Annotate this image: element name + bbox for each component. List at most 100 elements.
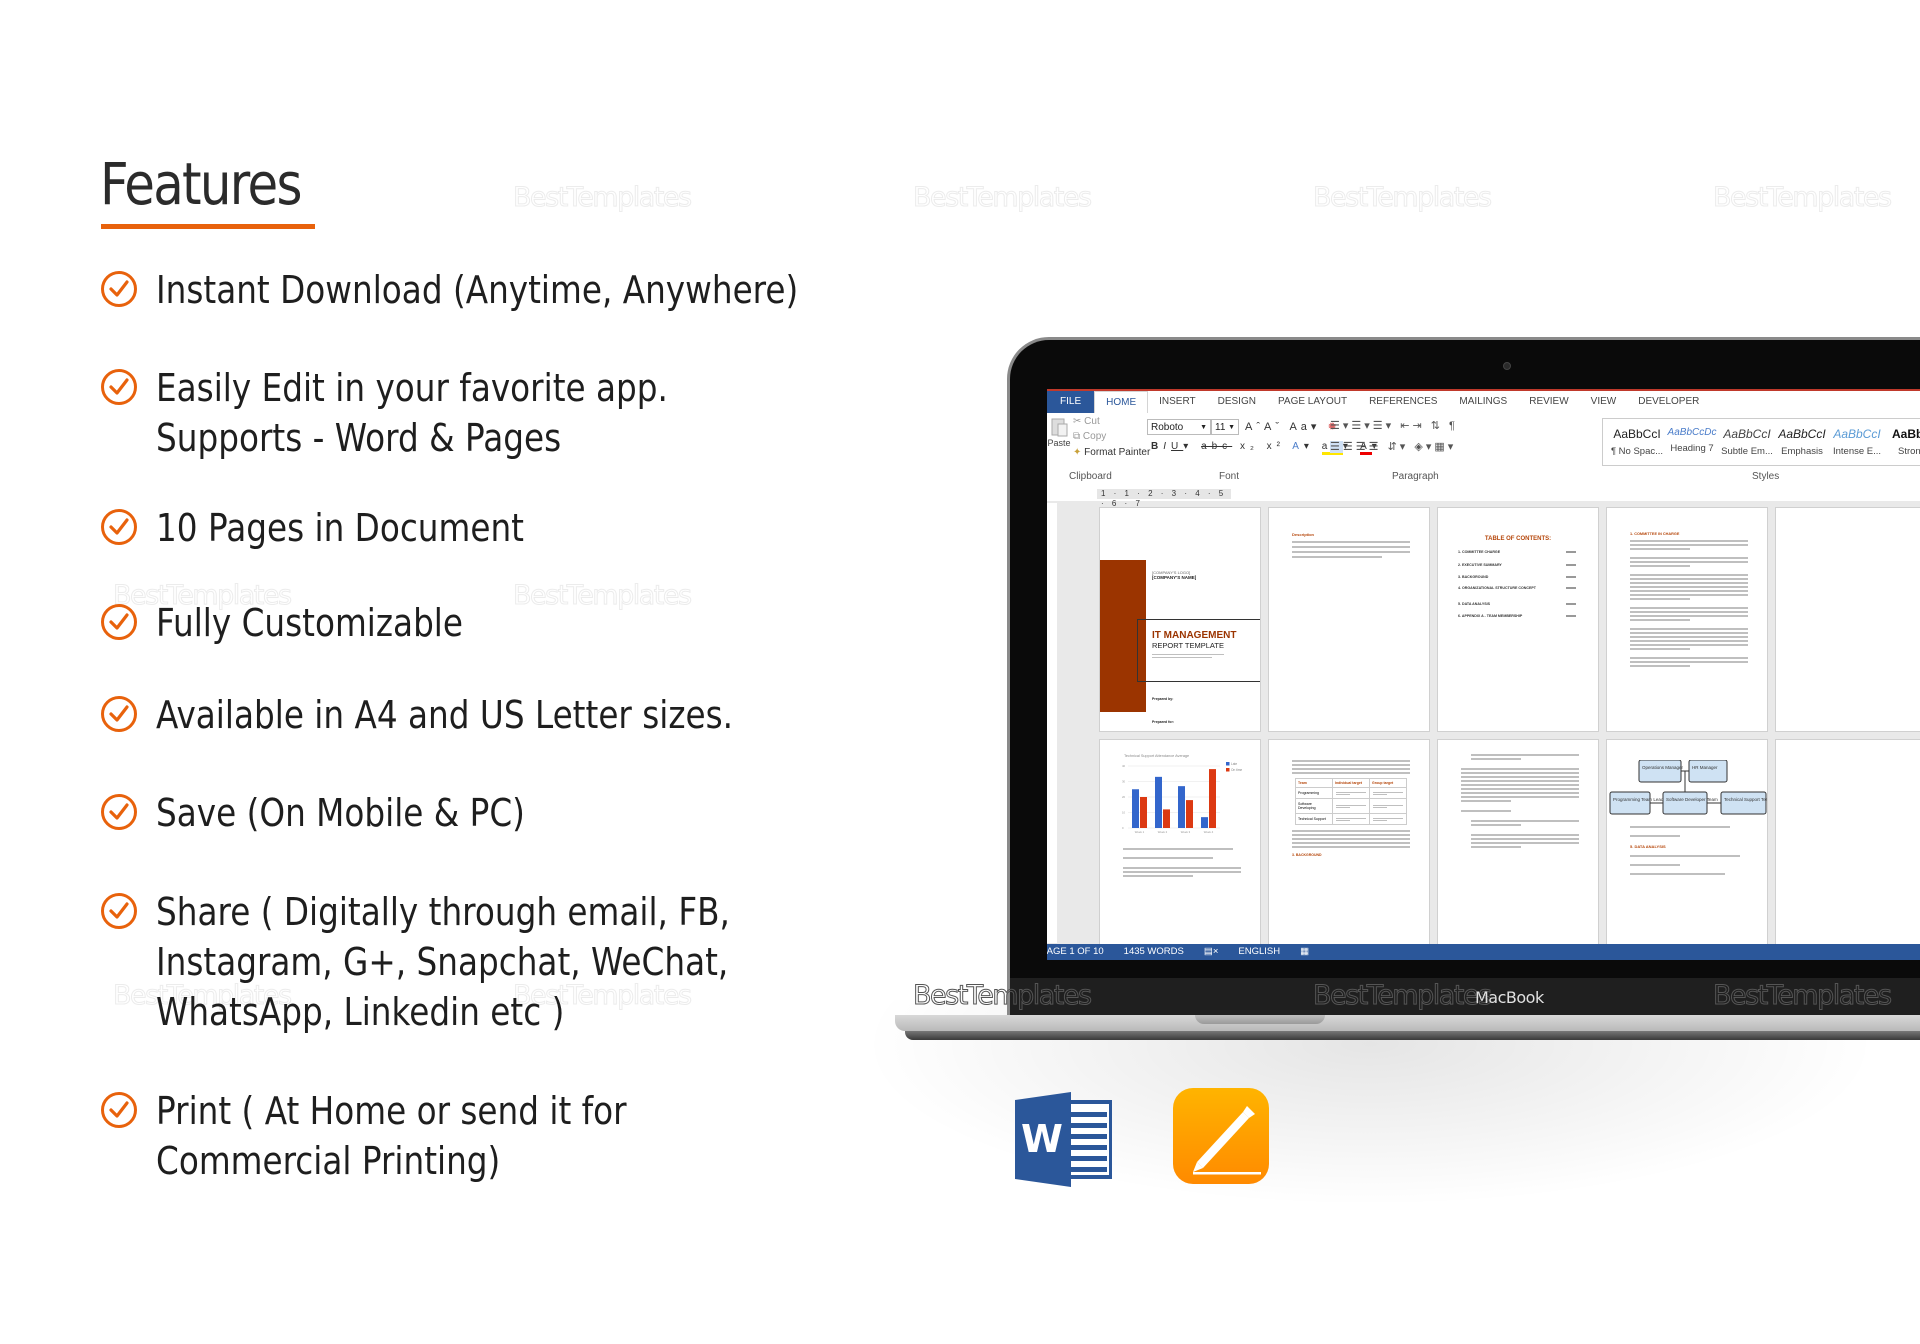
- font-size-dropdown[interactable]: 11 ▼: [1211, 419, 1239, 435]
- page-org-chart[interactable]: Operations Manager HR Manager Programming …: [1606, 739, 1768, 949]
- underline-icon[interactable]: U: [1171, 441, 1183, 452]
- copy-button[interactable]: ⧉ Copy: [1073, 431, 1106, 442]
- cut-button[interactable]: ✂ Cut: [1073, 416, 1100, 427]
- shrink-font-icon[interactable]: Aˇ: [1264, 421, 1283, 433]
- multilevel-list-icon[interactable]: ☰▾: [1373, 420, 1394, 432]
- toc-item[interactable]: 5. DATA ANALYSIS: [1458, 602, 1548, 606]
- feature-text: Instant Download (Anytime, Anywhere): [156, 265, 798, 315]
- macro-icon[interactable]: ▦: [1300, 944, 1309, 960]
- tab-references[interactable]: REFERENCES: [1358, 391, 1448, 413]
- pages-app-icon[interactable]: [1173, 1088, 1269, 1184]
- change-case-icon[interactable]: Aa▾: [1289, 421, 1320, 433]
- page-cover[interactable]: [COMPANY'S LOGO] [COMPANY'S NAME] IT MAN…: [1099, 507, 1261, 732]
- horizontal-ruler[interactable]: 1 · 1 · 2 · 3 · 4 · 5 · 6 · 7: [1047, 487, 1920, 508]
- feature-line: Print ( At Home or send it for: [156, 1089, 627, 1133]
- borders-icon[interactable]: ▦▾: [1434, 441, 1456, 453]
- text-effects-icon[interactable]: A: [1292, 441, 1304, 452]
- feature-text: Print ( At Home or send it for Commercial…: [156, 1086, 627, 1186]
- sort-icon[interactable]: ⇅: [1431, 420, 1443, 432]
- text-line: [1471, 846, 1521, 848]
- italic-icon[interactable]: I: [1163, 441, 1171, 452]
- language[interactable]: ENGLISH: [1238, 944, 1280, 960]
- tab-home[interactable]: HOME: [1094, 390, 1149, 414]
- increase-indent-icon[interactable]: ⇥: [1412, 420, 1424, 432]
- text-line: [1630, 644, 1748, 646]
- x-tick-label: Week 3: [1181, 830, 1191, 834]
- style-option[interactable]: AaBbCcI Subtle Em...: [1717, 419, 1777, 457]
- paste-button[interactable]: Paste: [1047, 416, 1071, 448]
- description-heading: Description: [1292, 532, 1315, 537]
- page-table[interactable]: Team Individual target Group target Program…: [1268, 739, 1430, 949]
- align-right-icon[interactable]: ☰: [1356, 441, 1369, 453]
- tab-insert[interactable]: INSERT: [1148, 391, 1207, 413]
- feature-line: Easily Edit in your favorite app.: [156, 366, 668, 410]
- shading-icon[interactable]: ◈▾: [1414, 441, 1434, 453]
- grow-font-icon[interactable]: Aˆ: [1245, 421, 1264, 433]
- superscript-icon[interactable]: x²: [1267, 441, 1285, 452]
- font-size-value: 11: [1215, 422, 1226, 433]
- numbering-icon[interactable]: ☰▾: [1351, 420, 1372, 432]
- line-spacing-icon[interactable]: ⇵▾: [1388, 441, 1409, 453]
- proofing-icon[interactable]: ▤×: [1204, 944, 1219, 960]
- bar-late: [1201, 817, 1208, 828]
- style-option[interactable]: AaBbC Strong: [1882, 419, 1920, 457]
- page-count[interactable]: PAGE 1 OF 10: [1047, 944, 1104, 960]
- tab-developer[interactable]: DEVELOPER: [1627, 391, 1710, 413]
- align-center-icon[interactable]: ☰: [1343, 441, 1356, 453]
- format-painter-button[interactable]: ✦ Format Painter: [1073, 447, 1150, 458]
- vertical-ruler[interactable]: [1047, 503, 1057, 943]
- style-option[interactable]: AaBbCcDc Heading 7: [1662, 419, 1722, 454]
- page-next-2[interactable]: [1775, 739, 1920, 949]
- table-cell: Software Developing: [1295, 798, 1333, 814]
- chart-title: Technical Support Attendance Average: [1124, 754, 1189, 758]
- cut-label: Cut: [1084, 416, 1100, 427]
- tab-view[interactable]: VIEW: [1580, 391, 1628, 413]
- justify-icon[interactable]: ☰: [1369, 441, 1382, 453]
- chevron-down-icon: ▼: [1200, 424, 1207, 431]
- font-name-dropdown[interactable]: Roboto ▼: [1147, 419, 1211, 435]
- bold-icon[interactable]: B: [1151, 441, 1163, 452]
- watermark: BestTemplates: [913, 182, 1093, 214]
- word-app-icon[interactable]: W: [1015, 1092, 1113, 1187]
- toc-item[interactable]: 4. ORGANIZATIONAL STRUCTURE CONCEPT: [1458, 586, 1548, 590]
- style-option[interactable]: AaBbCcI ¶ No Spac...: [1607, 419, 1667, 457]
- decrease-indent-icon[interactable]: ⇤: [1400, 420, 1412, 432]
- bullets-icon[interactable]: ☰▾: [1330, 420, 1351, 432]
- text-line: [1630, 540, 1748, 542]
- strikethrough-icon[interactable]: abc: [1201, 441, 1232, 452]
- text-line: [1630, 586, 1748, 588]
- pages-icon: [1173, 1088, 1269, 1184]
- toc-item[interactable]: 6. APPENDIX A - TEAM MEMBERSHIP: [1458, 614, 1548, 618]
- toc-item[interactable]: 3. BACKGROUND: [1458, 575, 1548, 579]
- subscript-icon[interactable]: x₂: [1240, 441, 1259, 452]
- org-box-label: Programming Team Leader: [1613, 797, 1668, 802]
- align-left-icon[interactable]: ☰: [1330, 441, 1343, 453]
- company-name-placeholder: [COMPANY'S NAME]: [1152, 575, 1197, 580]
- style-option[interactable]: AaBbCcI Intense E...: [1827, 419, 1887, 457]
- page-description[interactable]: Description: [1268, 507, 1430, 732]
- table-cell: [1369, 813, 1407, 825]
- tab-page-layout[interactable]: PAGE LAYOUT: [1267, 391, 1358, 413]
- check-circle-icon: [101, 271, 137, 307]
- tab-file[interactable]: FILE: [1047, 391, 1095, 413]
- tab-design[interactable]: DESIGN: [1207, 391, 1267, 413]
- toc-item[interactable]: 1. COMMITTEE CHARGE: [1458, 550, 1548, 554]
- page-next[interactable]: [1775, 507, 1920, 732]
- table-cell: [1369, 798, 1407, 814]
- text-line: [1461, 772, 1579, 774]
- y-tick-label: 20: [1122, 795, 1126, 799]
- page-chart[interactable]: Technical Support Attendance Average 0 10 2…: [1099, 739, 1261, 949]
- tab-mailings[interactable]: MAILINGS: [1448, 391, 1518, 413]
- legend-swatch: [1226, 762, 1230, 766]
- bar-late: [1178, 786, 1185, 828]
- toc-item[interactable]: 2. EXECUTIVE SUMMARY: [1458, 563, 1548, 567]
- background-heading: 3. BACKGROUND: [1292, 853, 1322, 857]
- word-count[interactable]: 1435 WORDS: [1124, 944, 1184, 960]
- page-table-of-contents[interactable]: TABLE OF CONTENTS: 1. COMMITTEE CHARGE 2.…: [1437, 507, 1599, 732]
- page-text[interactable]: [1437, 739, 1599, 949]
- style-option[interactable]: AaBbCcI Emphasis: [1772, 419, 1832, 457]
- pilcrow-icon[interactable]: ¶: [1449, 420, 1458, 432]
- paragraph-tools-row2: ☰☰☰☰ ⇵▾ ◈▾▦▾: [1330, 440, 1456, 453]
- tab-review[interactable]: REVIEW: [1518, 391, 1579, 413]
- page-committee[interactable]: 1. COMMITTEE IN CHARGE: [1606, 507, 1768, 732]
